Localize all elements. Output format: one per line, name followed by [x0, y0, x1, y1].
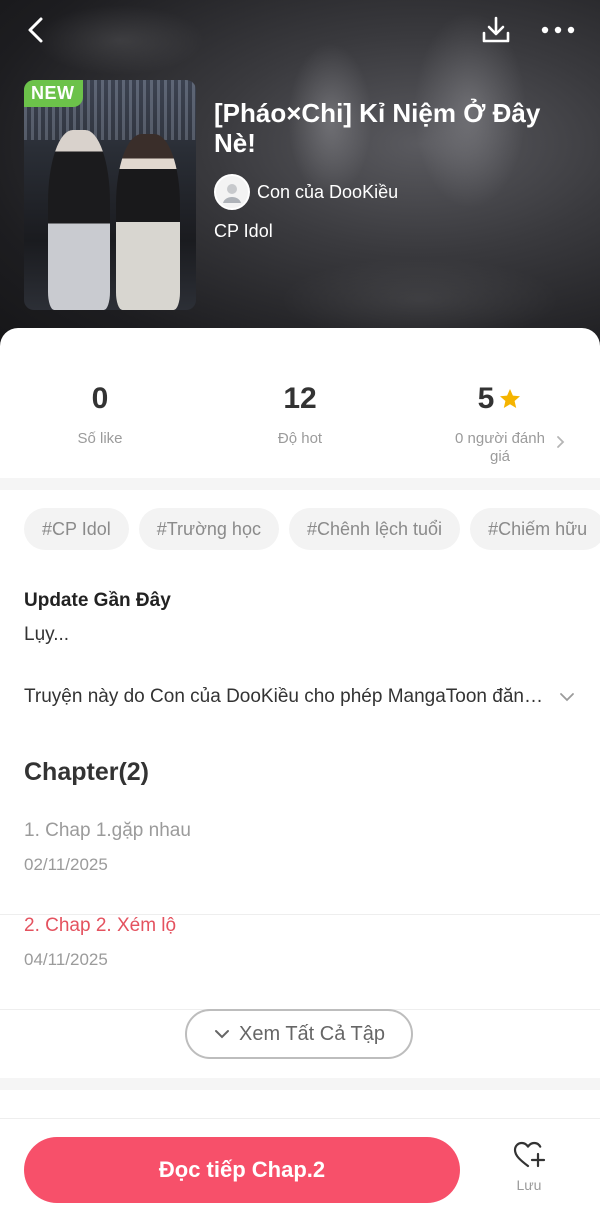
comic-category[interactable]: CP Idol: [214, 221, 273, 242]
stats-row: 0 Số like 12 Độ hot 5 0 người đánh giá: [0, 328, 600, 478]
description-text: Truyện này do Con của DooKiều cho phép M…: [24, 686, 544, 707]
top-bar: [0, 10, 600, 50]
hero-header: NEW [Pháo×Chi] Kỉ Niệm Ở Đây Nè! Con của…: [0, 0, 600, 360]
tag-list: #CP Idol #Trường học #Chênh lệch tuổi #Chiế…: [24, 508, 600, 550]
section-divider: [0, 1078, 600, 1090]
cover-figure-right: [116, 134, 180, 310]
likes-label: Số like: [77, 430, 123, 447]
continue-reading-button[interactable]: Đọc tiếp Chap.2: [24, 1137, 460, 1203]
tag-chip[interactable]: #CP Idol: [24, 508, 129, 550]
chapter-heading: Chapter(2): [24, 758, 150, 786]
chevron-down-icon: [560, 693, 574, 702]
description-row[interactable]: Truyện này do Con của DooKiều cho phép M…: [24, 686, 576, 712]
stat-hot: 12 Độ hot: [200, 382, 400, 448]
see-all-chapters-button[interactable]: Xem Tất Cả Tập: [185, 1009, 413, 1059]
chapter-row[interactable]: 2. Chap 2. Xém lộ 04/11/2025: [0, 915, 600, 1010]
download-icon: [482, 16, 510, 43]
likes-value: 0: [91, 382, 109, 415]
tag-chip[interactable]: #Trường học: [138, 508, 279, 550]
comic-title: [Pháo×Chi] Kỉ Niệm Ở Đây Nè!: [214, 98, 541, 158]
update-text: Lụy...: [24, 624, 70, 645]
chapter-title: 1. Chap 1.gặp nhau: [24, 820, 191, 841]
star-icon: [500, 389, 521, 408]
hot-value: 12: [283, 382, 317, 415]
save-button[interactable]: Lưu: [496, 1139, 562, 1205]
hot-label: Độ hot: [277, 430, 323, 447]
rating-label: 0 người đánh giá: [455, 430, 545, 465]
update-heading: Update Gần Đây: [24, 590, 171, 611]
save-label: Lưu: [516, 1177, 542, 1193]
tag-chip[interactable]: #Chiếm hữu: [470, 508, 600, 550]
avatar-icon: [223, 184, 241, 203]
stat-rating[interactable]: 5 0 người đánh giá: [400, 382, 600, 466]
author-link[interactable]: Con của DooKiều: [214, 174, 398, 210]
author-name: Con của DooKiều: [257, 181, 399, 202]
back-button[interactable]: [20, 14, 50, 46]
bottom-action-bar: Đọc tiếp Chap.2 Lưu: [0, 1118, 600, 1215]
tag-chip[interactable]: #Chênh lệch tuổi: [288, 508, 461, 550]
section-divider: [0, 478, 600, 490]
chevron-left-icon: [28, 17, 43, 43]
download-button[interactable]: [478, 12, 514, 48]
chapter-date: 02/11/2025: [24, 855, 108, 874]
chevron-down-icon: [213, 1025, 231, 1043]
stat-likes: 0 Số like: [0, 382, 200, 448]
cover-figure-left: [48, 130, 110, 310]
heart-plus-icon: [513, 1141, 546, 1168]
more-horizontal-icon: [541, 26, 575, 34]
avatar: [214, 174, 250, 210]
rating-value: 5: [477, 382, 495, 415]
see-all-label: Xem Tất Cả Tập: [239, 1022, 385, 1045]
more-button[interactable]: [536, 12, 580, 48]
chapter-date: 04/11/2025: [24, 950, 108, 969]
chapter-title: 2. Chap 2. Xém lộ: [24, 915, 177, 936]
new-badge: NEW: [24, 80, 83, 107]
chevron-right-icon: [557, 436, 565, 448]
detail-sheet: 0 Số like 12 Độ hot 5 0 người đánh giá #…: [0, 328, 600, 1215]
chapter-row[interactable]: 1. Chap 1.gặp nhau 02/11/2025: [0, 820, 600, 915]
comic-cover[interactable]: NEW: [24, 80, 196, 310]
